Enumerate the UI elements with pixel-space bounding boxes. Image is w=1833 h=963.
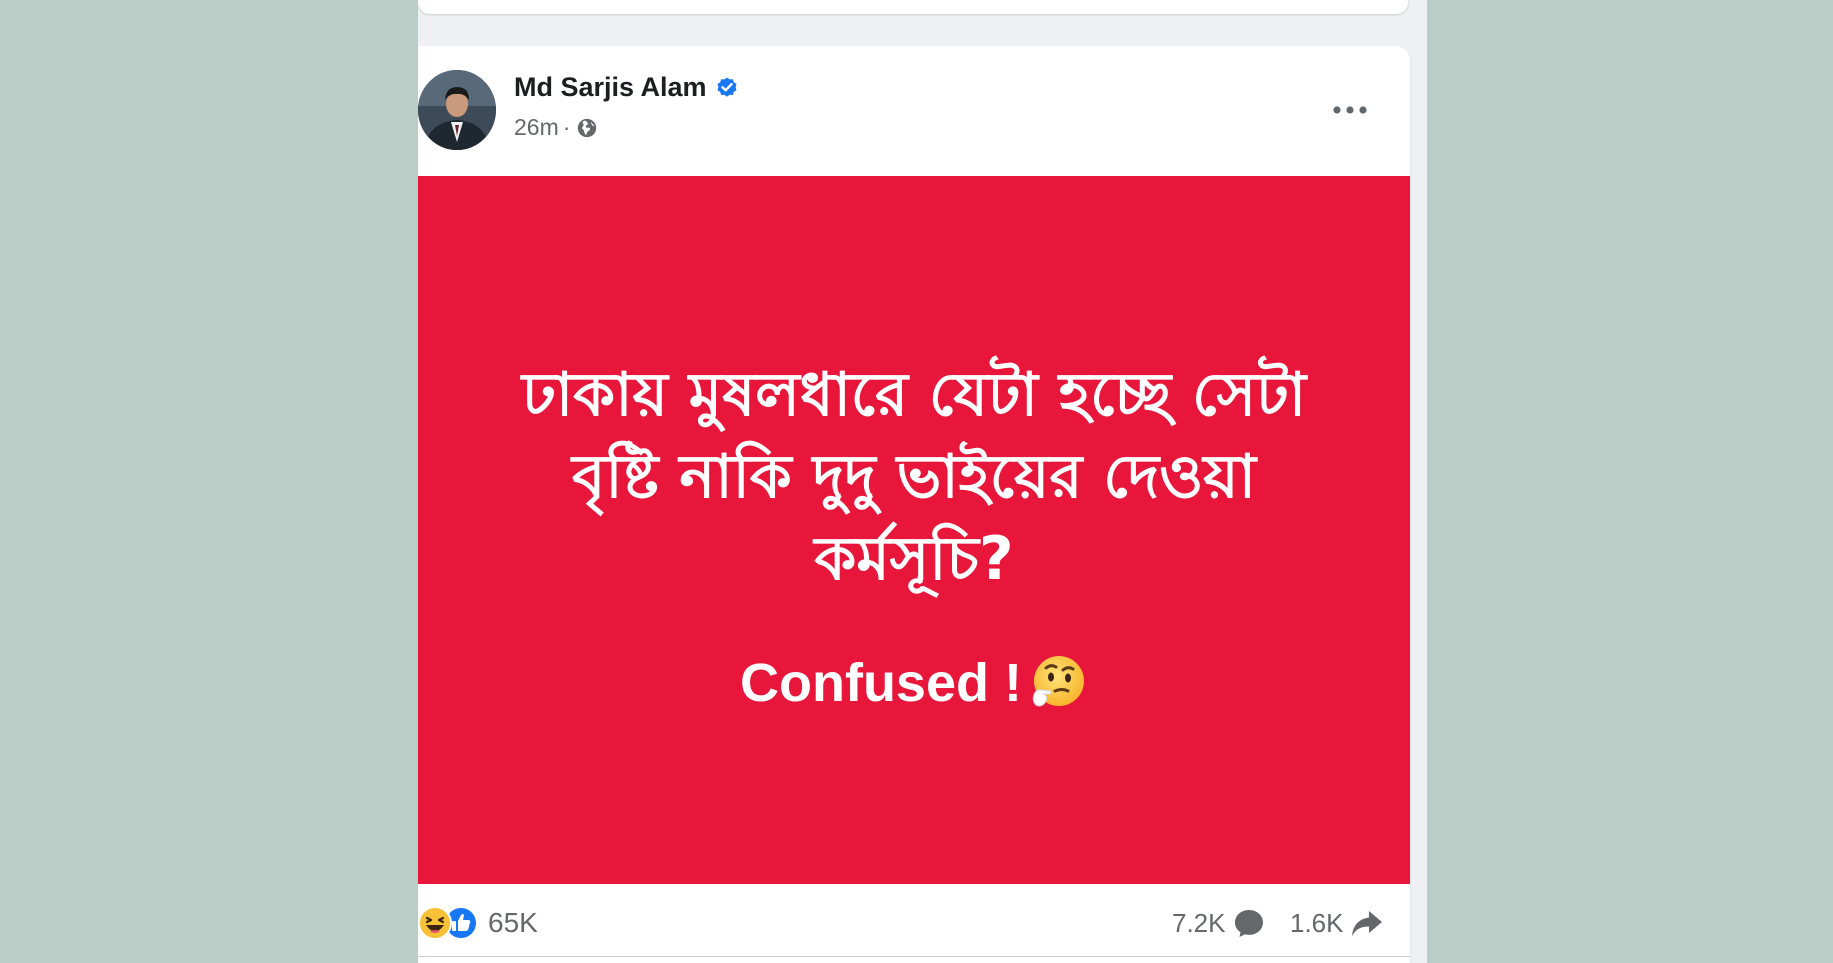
previous-post-card <box>418 0 1408 14</box>
post-image-english-text: Confused ! <box>740 653 1022 713</box>
thinking-face-icon <box>1032 656 1084 707</box>
comment-icon <box>1234 910 1263 937</box>
verified-badge-icon <box>717 77 737 97</box>
meta-separator: · <box>562 114 571 140</box>
author-avatar[interactable] <box>418 70 496 150</box>
haha-reaction-icon <box>418 906 452 940</box>
post-image[interactable]: ঢাকায় মুষলধারে যেটা হচ্ছে সেটা বৃষ্টি ন… <box>418 176 1410 884</box>
shares-count: 1.6K <box>1290 907 1344 938</box>
post-card: Md Sarjis Alam 26m · ঢাকায় মুষলধারে যেট… <box>418 46 1410 963</box>
comments-count-button[interactable]: 7.2K <box>1172 898 1266 948</box>
post-image-bangla-text: ঢাকায় মুষলধারে যেটা হচ্ছে সেটা বৃষ্টি ন… <box>521 360 1307 594</box>
post-meta: 26m · <box>514 114 598 141</box>
post-timestamp[interactable]: 26m <box>514 114 559 141</box>
right-background-panel <box>1427 0 1833 963</box>
shares-count-button[interactable]: 1.6K <box>1290 898 1384 948</box>
reactions-summary[interactable]: 65K <box>418 898 538 948</box>
more-options-button[interactable] <box>1322 90 1378 130</box>
left-background-panel <box>0 0 418 963</box>
author-name[interactable]: Md Sarjis Alam <box>514 72 707 103</box>
more-options-icon <box>1333 106 1367 114</box>
reactions-count: 65K <box>488 907 538 938</box>
post-footer-stats: 65K 7.2K 1.6K <box>418 898 1410 948</box>
news-feed[interactable]: Md Sarjis Alam 26m · ঢাকায় মুষলধারে যেট… <box>418 0 1427 963</box>
post-image-english-line: Confused ! <box>418 652 1410 714</box>
comments-count: 7.2K <box>1172 907 1226 938</box>
share-icon <box>1351 911 1382 936</box>
globe-icon[interactable] <box>576 117 598 139</box>
footer-divider <box>418 956 1410 957</box>
